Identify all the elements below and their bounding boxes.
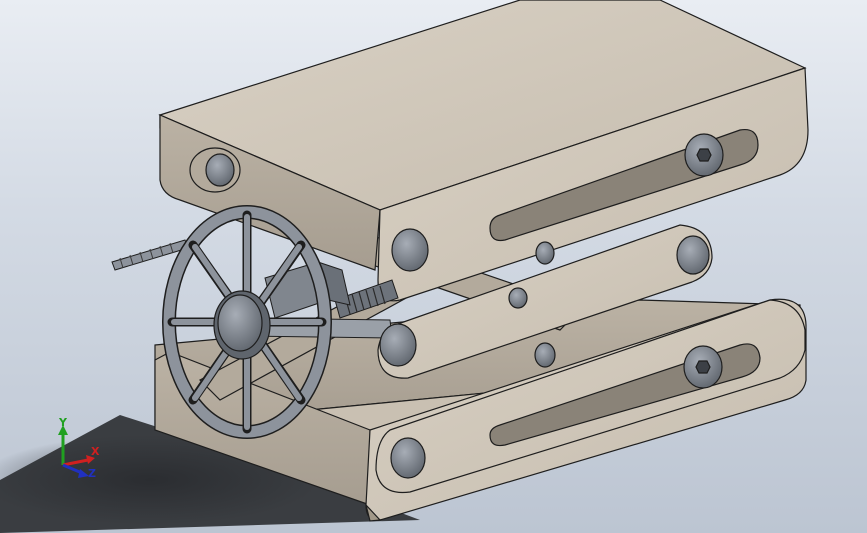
z-axis-arrow: Z: [62, 463, 96, 480]
z-axis-label: Z: [88, 467, 96, 480]
reference-triad: Y X Z: [58, 416, 100, 480]
hand-wheel[interactable]: [162, 205, 332, 439]
pin-top-left: [189, 147, 241, 193]
pin-mid-left: [379, 323, 417, 367]
pin-bottom-left: [390, 437, 426, 479]
y-axis-arrow: Y: [58, 416, 68, 465]
x-axis-arrow: X: [62, 445, 100, 467]
pin-upper-right: [676, 235, 710, 275]
y-axis-label: Y: [58, 416, 68, 429]
x-axis-label: X: [91, 445, 100, 458]
pin-upper-front-left: [391, 228, 429, 272]
slot-bolt-bottom: [683, 345, 723, 389]
scissor-lab-jack-model[interactable]: [0, 0, 867, 533]
slot-bolt-top: [684, 133, 724, 177]
cad-graphics-viewport[interactable]: Y X Z: [0, 0, 867, 533]
